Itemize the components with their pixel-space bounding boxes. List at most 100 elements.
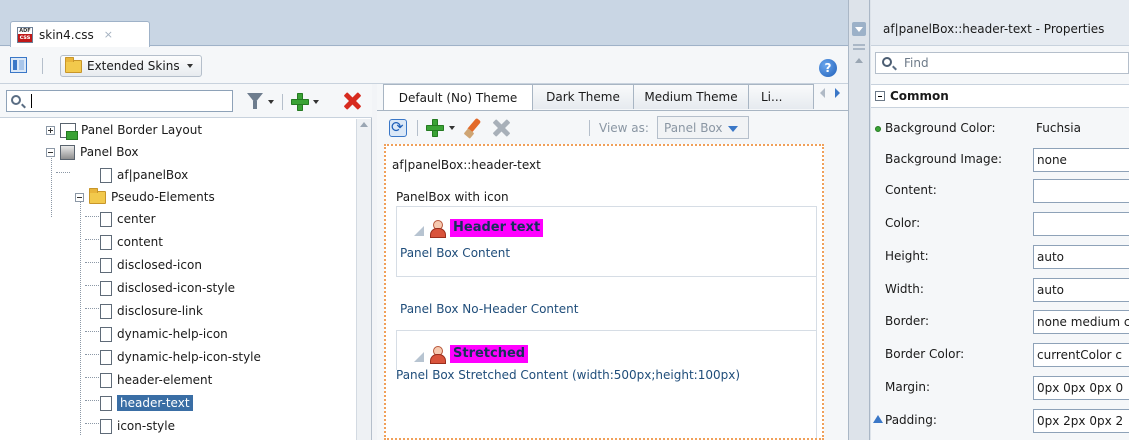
person-icon [430, 346, 446, 364]
content-field[interactable] [1033, 179, 1129, 203]
arrow-up-icon [873, 415, 883, 423]
tab-medium-theme[interactable]: Medium Theme [633, 84, 749, 109]
tree-connector [85, 216, 99, 217]
tree-item-panel-box[interactable]: Panel Box [46, 141, 139, 163]
add-icon[interactable] [425, 118, 445, 138]
panel-header-text: Header text [450, 219, 544, 237]
panel-box-content: Panel Box Content [400, 246, 511, 260]
filter-dropdown-arrow-icon[interactable] [268, 100, 274, 104]
tree-connector [85, 331, 99, 332]
page-icon [100, 326, 112, 342]
toggle-panel-icon[interactable] [10, 57, 27, 73]
page-icon [100, 395, 112, 411]
prop-row-padding: Padding: 0px 2px 0px 2 [871, 404, 1129, 438]
tree-item-disclosed-icon[interactable]: disclosed-icon [100, 254, 202, 276]
expand-icon[interactable] [46, 125, 55, 135]
page-icon [100, 303, 112, 319]
collapse-icon[interactable] [875, 91, 885, 101]
disclosure-triangle-icon[interactable] [414, 352, 424, 362]
tree-search-toolbar [0, 84, 372, 118]
tab-default-theme[interactable]: Default (No) Theme [383, 84, 533, 110]
view-as-select[interactable]: Panel Box [657, 116, 749, 139]
tree-search-box[interactable] [6, 90, 233, 112]
document-tab-skin4-css[interactable]: ADF css skin4.css × [10, 21, 150, 47]
scroll-up-icon[interactable] [360, 122, 368, 127]
properties-find-input[interactable] [904, 55, 1124, 71]
tree-item-disclosed-icon-style[interactable]: disclosed-icon-style [100, 277, 235, 299]
tree-item-icon-style[interactable]: icon-style [100, 415, 175, 437]
tree-connector [85, 423, 99, 424]
add-selector-icon[interactable] [290, 92, 310, 112]
panel-border [396, 206, 397, 276]
tree-connector [56, 172, 70, 173]
height-field[interactable]: auto [1033, 245, 1129, 269]
disclosure-triangle-icon[interactable] [414, 226, 424, 236]
collapse-pane-icon[interactable] [852, 22, 866, 36]
delete-icon[interactable] [491, 118, 511, 138]
prop-row-margin: Margin: 0px 0px 0px 0 [871, 371, 1129, 405]
search-icon [882, 57, 892, 67]
chevron-down-icon [728, 126, 738, 132]
border-field[interactable]: none medium c [1033, 310, 1129, 334]
tree-item-disclosure-link[interactable]: disclosure-link [100, 300, 203, 322]
tree-scrollbar[interactable] [356, 119, 371, 440]
help-icon[interactable]: ? [819, 59, 837, 77]
filter-icon[interactable] [247, 93, 263, 109]
folder-icon [89, 187, 106, 204]
tree-connector [85, 285, 99, 286]
folder-icon [65, 56, 82, 73]
add-dropdown-arrow-icon[interactable] [313, 100, 319, 104]
tree-search-input[interactable] [29, 93, 225, 109]
properties-pane: af|panelBox::header-text - Properties Co… [871, 0, 1129, 440]
border-color-field[interactable]: currentColor c [1033, 343, 1129, 367]
preview-selector-label: af|panelBox::header-text [392, 158, 541, 172]
prop-row-width: Width: auto [871, 273, 1129, 307]
panelbox-with-icon-label: PanelBox with icon [396, 190, 509, 204]
panel-border [396, 330, 397, 370]
tree-item-pseudo-elements[interactable]: Pseudo-Elements [75, 186, 215, 208]
view-as-value: Panel Box [664, 121, 723, 135]
toolbar-separator [417, 120, 418, 136]
brush-icon[interactable] [463, 118, 483, 138]
css-file-icon: ADF css [17, 26, 33, 43]
scroll-up-icon[interactable] [855, 58, 863, 63]
page-icon [100, 257, 112, 273]
pane-splitter[interactable] [848, 0, 870, 440]
tree-connector [85, 262, 99, 263]
tree-item-header-element[interactable]: header-element [100, 369, 212, 391]
tree-item-content[interactable]: content [100, 231, 163, 253]
panel-divider [396, 330, 816, 331]
background-image-field[interactable]: none [1033, 148, 1129, 172]
tree-item-af-panelbox[interactable]: af|panelBox [100, 164, 188, 186]
properties-find-box[interactable] [875, 52, 1129, 74]
width-field[interactable]: auto [1033, 278, 1129, 302]
tab-light-theme[interactable]: Li... [748, 84, 814, 109]
refresh-icon[interactable] [389, 118, 407, 137]
theme-tab-strip: Default (No) Theme Dark Theme Medium The… [383, 84, 843, 110]
margin-field[interactable]: 0px 0px 0px 0 [1033, 376, 1129, 400]
add-dropdown-arrow-icon[interactable] [449, 126, 455, 130]
tree-item-dynamic-help-icon[interactable]: dynamic-help-icon [100, 323, 228, 345]
prop-row-border: Border: none medium c [871, 305, 1129, 339]
collapse-icon[interactable] [75, 192, 84, 202]
tab-scroll-left-icon[interactable] [820, 88, 825, 98]
background-color-value[interactable]: Fuchsia [1033, 117, 1129, 141]
selector-tree-pane: Panel Border Layout Panel Box af|panelBo… [0, 84, 372, 440]
color-field[interactable] [1033, 212, 1129, 236]
tab-dark-theme[interactable]: Dark Theme [532, 84, 634, 109]
close-tab-icon[interactable]: × [104, 28, 113, 41]
person-icon [430, 220, 446, 238]
prop-row-color: Color: [871, 207, 1129, 241]
tree-item-panel-border-layout[interactable]: Panel Border Layout [46, 119, 202, 141]
tree-connector [85, 354, 99, 355]
section-common-header[interactable]: Common [871, 84, 1129, 108]
padding-field[interactable]: 0px 2px 0px 2 [1033, 409, 1129, 433]
extended-skins-dropdown[interactable]: Extended Skins [60, 55, 202, 77]
tree-item-header-text[interactable]: header-text [100, 392, 193, 414]
tab-scroll-right-icon[interactable] [835, 88, 840, 98]
tree-item-center[interactable]: center [100, 208, 156, 230]
delete-selector-icon[interactable] [342, 91, 362, 111]
selector-tree: Panel Border Layout Panel Box af|panelBo… [0, 119, 356, 440]
tree-item-dynamic-help-icon-style[interactable]: dynamic-help-icon-style [100, 346, 261, 368]
collapse-icon[interactable] [46, 147, 55, 157]
